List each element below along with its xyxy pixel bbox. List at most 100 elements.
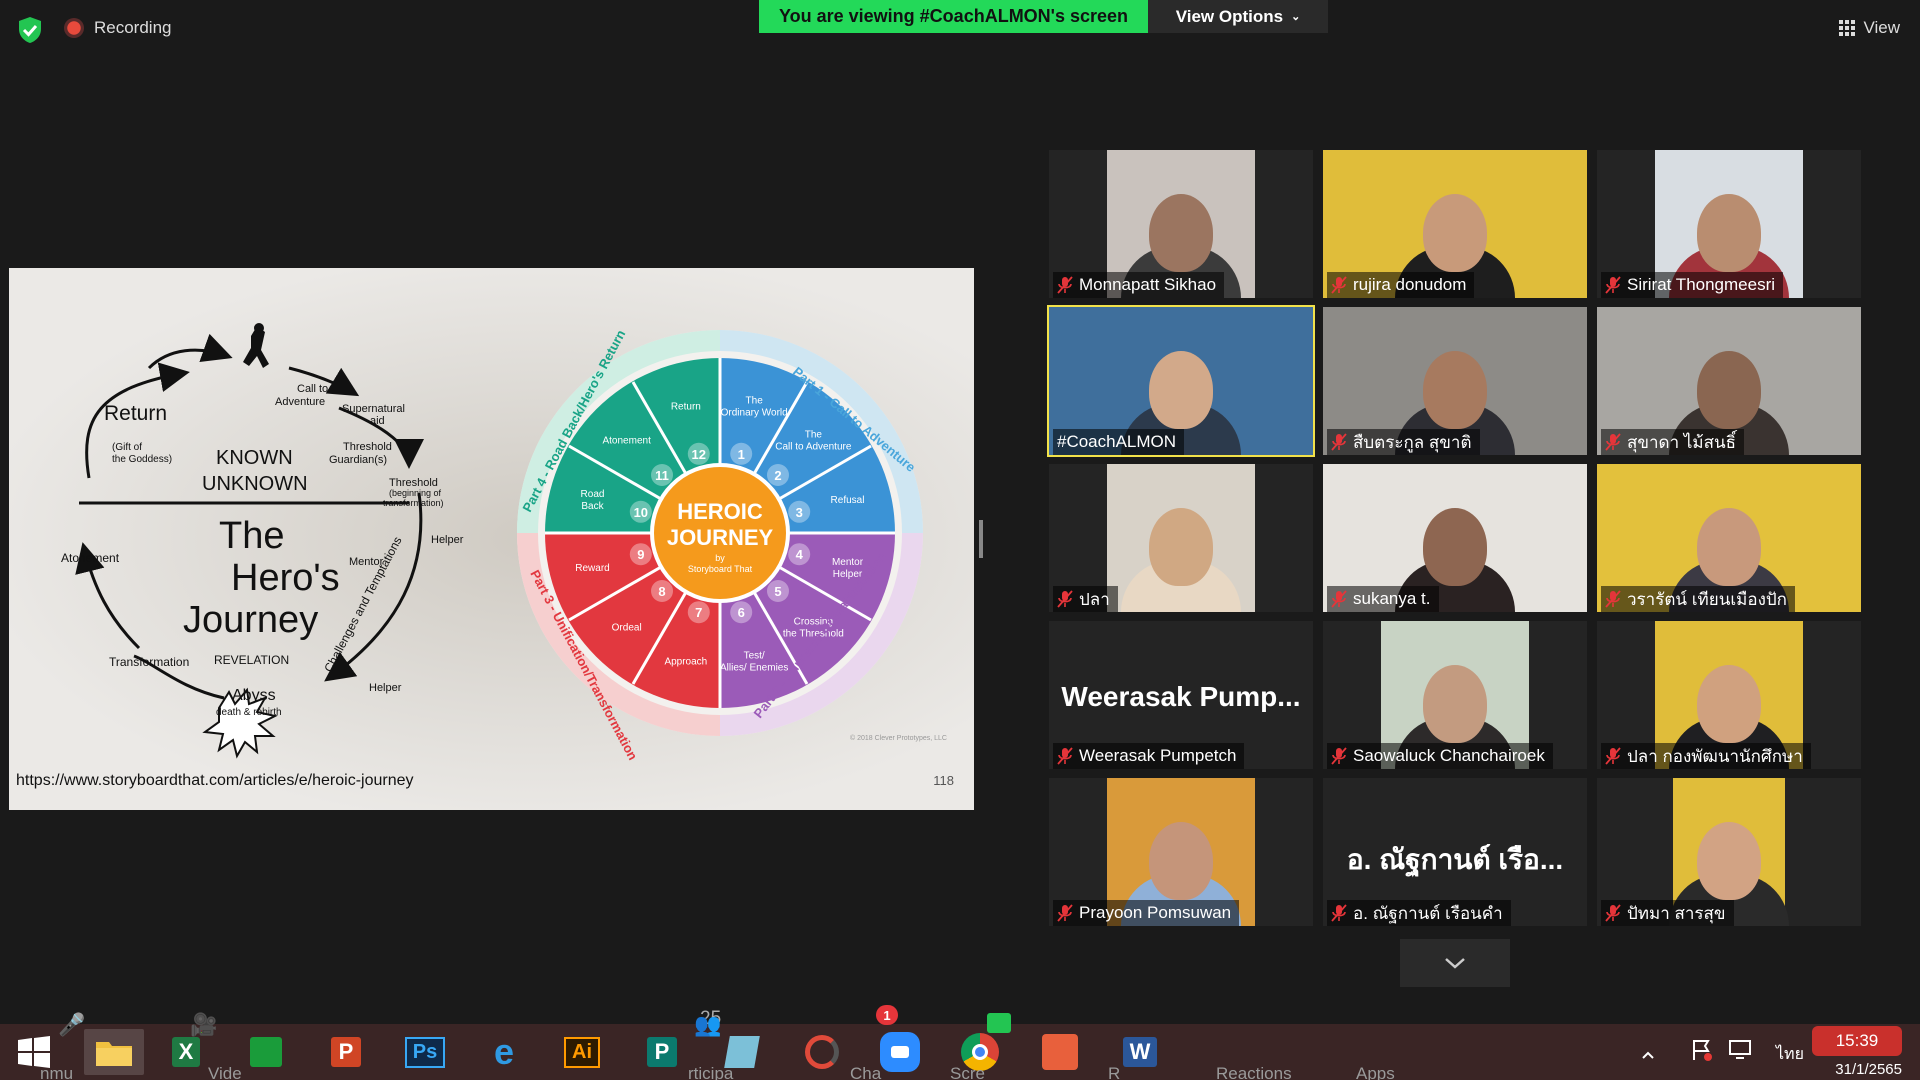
participant-tile[interactable]: Monnapatt Sikhao [1049, 150, 1313, 298]
wheel-step-number: 1 [738, 447, 745, 462]
resize-handle[interactable] [979, 520, 983, 558]
recording-indicator[interactable]: Recording [64, 18, 172, 38]
video-ghost-label: Vide [208, 1064, 242, 1080]
chevron-down-icon: ⌄ [1291, 11, 1301, 23]
record-icon [64, 18, 84, 38]
participant-tile[interactable]: Sirirat Thongmeesri [1597, 150, 1861, 298]
slide-page-number: 118 [933, 773, 954, 788]
participant-video [1107, 464, 1255, 612]
share-screen-icon[interactable] [987, 1013, 1011, 1033]
video-icon[interactable]: 🎥 [190, 1012, 217, 1038]
view-label: View [1863, 18, 1900, 37]
taskbar-internet-explorer[interactable]: e [480, 1029, 528, 1075]
participant-name-bar: Prayoon Pomsuwan [1053, 900, 1240, 926]
participant-name: สืบตระกูล สุขาติ [1353, 432, 1472, 452]
participant-face [1423, 508, 1487, 587]
participant-tile[interactable]: Prayoon Pomsuwan [1049, 778, 1313, 926]
wheel-step-label: Approach [664, 657, 707, 668]
word-icon: W [1122, 1037, 1158, 1067]
wheel-step-label: Allies/ Enemies [720, 663, 788, 674]
participant-tile[interactable]: ปลา กองพัฒนานักศึกษา [1597, 621, 1861, 769]
mute-icon[interactable]: 🎤 [58, 1012, 85, 1038]
participant-name-bar: rujira donudom [1327, 272, 1475, 298]
folder-icon [96, 1042, 132, 1066]
input-language[interactable]: ไทย [1776, 1042, 1804, 1067]
participant-name: ปัทมา สารสุข [1627, 903, 1726, 923]
view-options-label: View Options [1175, 6, 1284, 26]
participant-name-bar: สุขาดา ไม้สนธิ์ [1601, 429, 1744, 455]
participant-name-bar: Weerasak Pumpetch [1053, 743, 1245, 769]
label-helper2: Helper [369, 682, 402, 694]
participant-tile[interactable]: ปลา [1049, 464, 1313, 612]
heroic-journey-wheel: HEROIC JOURNEY by Storyboard That 1TheOr… [517, 327, 947, 763]
participant-name: Saowaluck Chanchairoek [1353, 746, 1545, 765]
wheel-step-label: Ordinary World [721, 407, 788, 418]
label-unknown: UNKNOWN [202, 473, 308, 495]
participant-tile[interactable]: sukanya t. [1323, 464, 1587, 612]
wheel-step-label: Reward [575, 563, 609, 574]
taskbar-office[interactable] [1036, 1029, 1084, 1075]
label-gift: (Gift of [112, 442, 142, 453]
view-button[interactable]: View [1839, 18, 1900, 38]
network-flag-icon[interactable] [1690, 1038, 1714, 1067]
chat-unread-badge: 1 [876, 1005, 898, 1025]
illustrator-icon: Ai [564, 1036, 600, 1068]
view-options-button[interactable]: View Options ⌄ [1148, 0, 1328, 33]
wheel-step-label: Refusal [831, 495, 865, 506]
security-shield-icon[interactable] [18, 16, 42, 44]
participant-name-bar: ปัทมา สารสุข [1601, 900, 1734, 926]
participant-name-bar: sukanya t. [1327, 586, 1439, 612]
participant-name: Weerasak Pumpetch [1079, 746, 1237, 765]
slide-title-line2: Hero's [231, 557, 340, 599]
taskbar-powerpoint[interactable]: P [322, 1029, 370, 1075]
participants-icon[interactable]: 👥 [694, 1012, 721, 1038]
gallery-next-page-button[interactable] [1400, 939, 1510, 987]
participant-tile[interactable]: rujira donudom [1323, 150, 1587, 298]
participant-name-bar: Monnapatt Sikhao [1053, 272, 1225, 298]
participant-name-bar: Sirirat Thongmeesri [1601, 272, 1784, 298]
taskbar-zoom[interactable] [876, 1029, 924, 1075]
wheel-center-4: Storyboard That [688, 564, 753, 574]
participant-tile[interactable]: สืบตระกูล สุขาติ [1323, 307, 1587, 455]
participant-tile[interactable]: Weerasak Pump... Weerasak Pumpetch [1049, 621, 1313, 769]
participant-tile[interactable]: ปัทมา สารสุข [1597, 778, 1861, 926]
network-icon[interactable] [1728, 1038, 1752, 1067]
reactions-label[interactable]: Reactions [1216, 1064, 1292, 1080]
label-supernatural: Supernatural [342, 403, 405, 415]
label-transformation-paren: transformation) [383, 498, 444, 508]
participant-name: Sirirat Thongmeesri [1627, 275, 1776, 294]
show-hidden-icons-button[interactable] [1642, 1046, 1654, 1064]
wheel-step-number: 5 [774, 584, 781, 599]
participant-name: sukanya t. [1353, 589, 1431, 608]
ie-icon: e [493, 1031, 515, 1072]
participant-tile[interactable]: Saowaluck Chanchairoek [1323, 621, 1587, 769]
participant-tile[interactable]: #CoachALMON [1047, 305, 1315, 457]
participant-tile[interactable]: วรารัตน์ เทียนเมืองปัก [1597, 464, 1861, 612]
taskbar-store[interactable] [242, 1029, 290, 1075]
participant-tile[interactable]: อ. ณัฐกานต์ เรือ... อ. ณัฐกานต์ เรือนคำ [1323, 778, 1587, 926]
taskbar-clock[interactable]: 15:39 31/1/2565 [1810, 1026, 1902, 1078]
chevron-down-icon [1445, 958, 1465, 969]
clock-time: 15:39 [1812, 1026, 1902, 1056]
label-threshold-g: Threshold [343, 441, 392, 453]
participant-name: ปลา [1079, 589, 1110, 609]
label-call2: Adventure [275, 396, 325, 408]
slide-source-url: https://www.storyboardthat.com/articles/… [16, 772, 414, 789]
apps-label[interactable]: Apps [1356, 1064, 1395, 1080]
muted-mic-icon [1331, 747, 1347, 765]
taskbar-publisher[interactable]: P [638, 1029, 686, 1075]
participant-name-bar: Saowaluck Chanchairoek [1327, 743, 1553, 769]
taskbar-photoshop[interactable]: Ps [401, 1029, 449, 1075]
clock-date: 31/1/2565 [1835, 1061, 1902, 1078]
taskbar-file-explorer[interactable] [84, 1029, 144, 1075]
label-beginning: (beginning of [389, 488, 442, 498]
participant-name-bar: ปลา [1053, 586, 1118, 612]
taskbar-word[interactable]: W [1116, 1029, 1164, 1075]
participant-face [1149, 822, 1213, 901]
taskbar-illustrator[interactable]: Ai [558, 1029, 606, 1075]
participant-name: อ. ณัฐกานต์ เรือนคำ [1353, 903, 1503, 923]
wheel-center-2: JOURNEY [667, 525, 774, 550]
taskbar-photoscape[interactable] [798, 1029, 846, 1075]
participant-tile[interactable]: สุขาดา ไม้สนธิ์ [1597, 307, 1861, 455]
participant-name-bar: สืบตระกูล สุขาติ [1327, 429, 1480, 455]
